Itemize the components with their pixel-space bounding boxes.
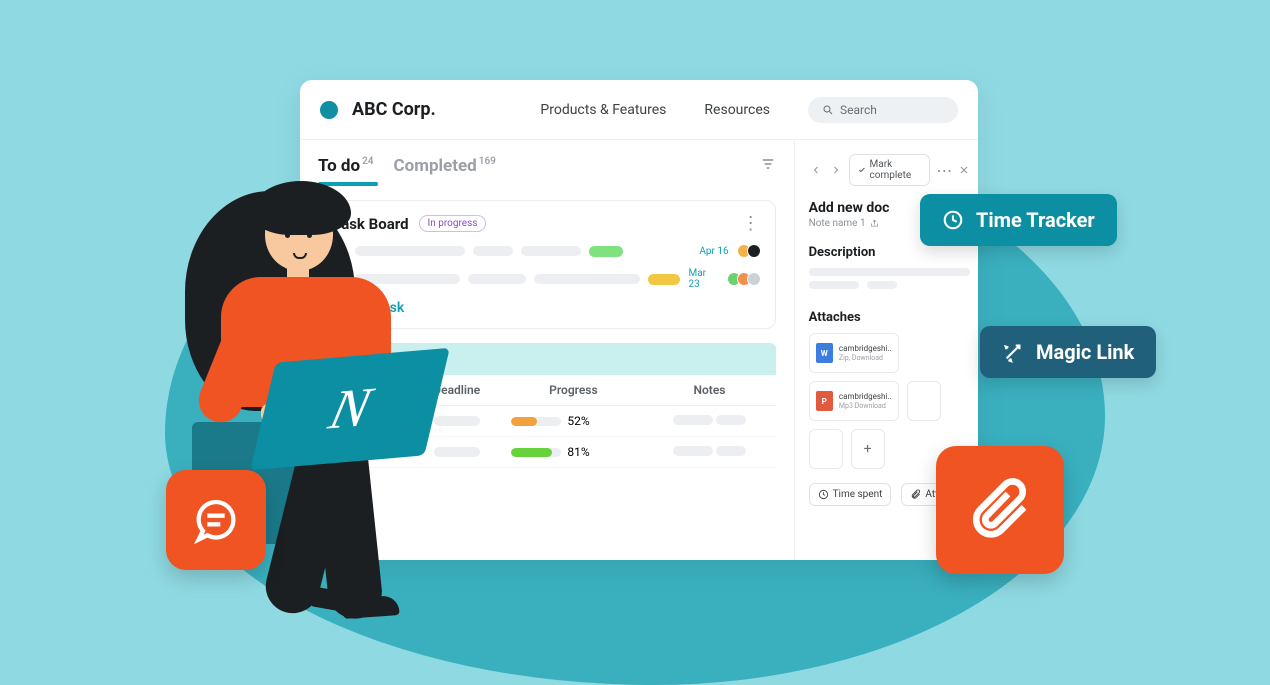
attachment-meta: cambridgeshi..Mp3 Download [839, 392, 892, 410]
search-placeholder: Search [840, 103, 877, 117]
attachment-item[interactable]: Wcambridgeshi..Zip, Download [809, 333, 899, 373]
paperclip-icon [968, 478, 1032, 542]
task-avatars [727, 272, 761, 286]
attachment-empty [809, 429, 843, 469]
attaches-heading: Attaches [809, 310, 971, 325]
laptop-shape: N [250, 348, 450, 470]
topbar: ABC Corp. Products & Features Resources … [300, 80, 978, 140]
mark-complete-button[interactable]: Mark complete [849, 154, 930, 186]
filter-button[interactable] [760, 156, 776, 176]
task-date: Mar 23 [688, 268, 718, 290]
desc-stub [867, 281, 897, 289]
file-icon: P [816, 391, 833, 411]
time-tracker-label: Time Tracker [976, 208, 1095, 232]
magic-link-chip[interactable]: Magic Link [980, 326, 1156, 378]
mark-complete-label: Mark complete [870, 159, 922, 181]
task-stub [534, 274, 640, 284]
attachment-item[interactable]: Pcambridgeshi..Mp3 Download [809, 381, 899, 421]
task-tag [648, 274, 681, 285]
time-tracker-chip[interactable]: Time Tracker [920, 194, 1117, 246]
nav-products[interactable]: Products & Features [540, 102, 666, 118]
task-stub [468, 274, 526, 284]
paperclip-icon [910, 489, 921, 500]
filter-icon [760, 156, 776, 172]
desc-stub [809, 281, 859, 289]
note-stub [673, 415, 713, 425]
share-icon [870, 219, 879, 228]
time-spent-label: Time spent [833, 489, 883, 500]
check-icon [858, 165, 866, 175]
next-button[interactable] [829, 161, 843, 179]
attachment-tile[interactable] [936, 446, 1064, 574]
tab-completed-count: 169 [479, 156, 496, 167]
clock-icon [818, 489, 829, 500]
note-stub [716, 446, 746, 456]
task-date: Apr 16 [699, 246, 728, 257]
file-icon: W [816, 343, 833, 363]
col-progress: Progress [503, 375, 643, 406]
col-notes: Notes [643, 375, 775, 406]
note-stub [716, 415, 746, 425]
task-stub [521, 246, 581, 256]
magic-wand-icon [1002, 341, 1024, 363]
attachment-add-button[interactable]: + [851, 429, 885, 469]
brand-logo [320, 101, 338, 119]
taskboard-menu[interactable]: ⋮ [742, 213, 761, 234]
search-input[interactable]: Search [808, 97, 958, 123]
nav-resources[interactable]: Resources [704, 102, 770, 118]
brand-name: ABC Corp. [352, 99, 436, 120]
task-stub [473, 246, 513, 256]
desc-stub [809, 268, 971, 276]
time-spent-button[interactable]: Time spent [809, 483, 892, 506]
close-icon [958, 164, 970, 176]
task-tag [589, 246, 623, 257]
attachment-meta: cambridgeshi..Zip, Download [839, 344, 892, 362]
progress-cell: 81% [511, 445, 635, 459]
chat-tile[interactable] [166, 470, 266, 570]
clock-icon [942, 209, 964, 231]
detail-more-button[interactable]: ⋯ [936, 161, 952, 180]
note-stub [673, 446, 713, 456]
task-avatars [737, 244, 761, 258]
prev-button[interactable] [809, 161, 823, 179]
progress-cell: 52% [511, 414, 635, 428]
detail-close-button[interactable] [958, 161, 970, 180]
attachment-empty [907, 381, 941, 421]
description-heading: Description [809, 245, 971, 260]
search-icon [822, 104, 834, 116]
chat-icon [190, 494, 242, 546]
magic-link-label: Magic Link [1036, 340, 1134, 364]
